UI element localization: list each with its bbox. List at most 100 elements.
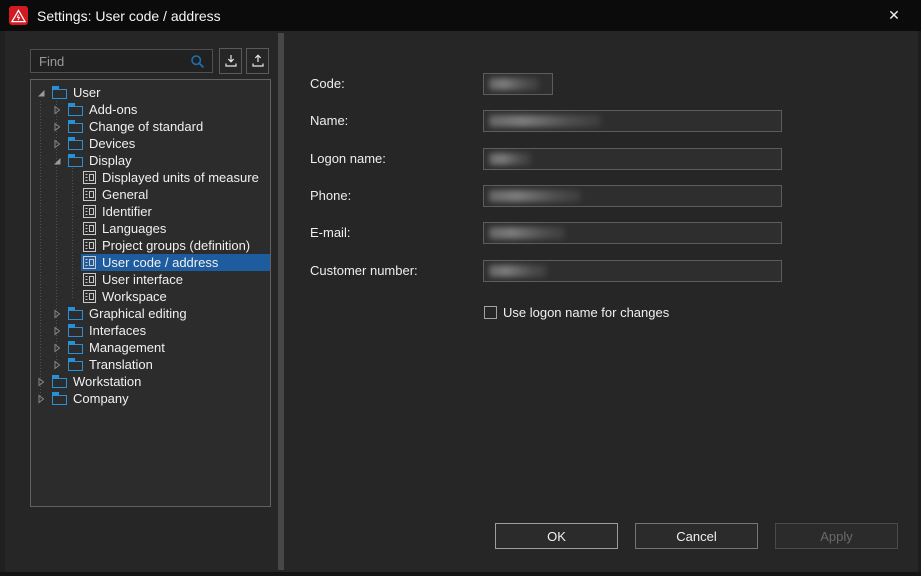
tree-item-label: Change of standard (89, 118, 203, 135)
settings-page-icon (83, 171, 102, 184)
tree-item-label: Workstation (73, 373, 141, 390)
tree-item-label: User interface (102, 271, 183, 288)
tree-item-label: Workspace (102, 288, 167, 305)
window-edge (0, 31, 5, 576)
use-logon-name-row: Use logon name for changes (484, 305, 669, 320)
folder-icon (68, 344, 83, 354)
import-icon (224, 54, 238, 68)
folder-icon (68, 106, 83, 116)
tree-item-label: Languages (102, 220, 166, 237)
tree-item-label: Interfaces (89, 322, 146, 339)
expand-arrow-icon[interactable] (52, 360, 62, 370)
close-icon: ✕ (888, 7, 900, 24)
search-input[interactable] (30, 49, 213, 73)
tree-item-label: User (73, 84, 100, 101)
redacted-value (489, 227, 565, 239)
collapse-arrow-icon[interactable] (36, 88, 46, 98)
tree-item-label: Devices (89, 135, 135, 152)
expand-arrow-icon[interactable] (52, 309, 62, 319)
cancel-button[interactable]: Cancel (635, 523, 758, 549)
collapse-arrow-icon[interactable] (52, 156, 62, 166)
tree-item-languages[interactable]: Languages (31, 220, 270, 237)
folder-icon (52, 89, 67, 99)
tree-item-label: Management (89, 339, 165, 356)
expand-arrow-icon[interactable] (52, 139, 62, 149)
name-label: Name: (310, 110, 348, 132)
logon-name-label: Logon name: (310, 148, 386, 170)
tree-item-company[interactable]: Company (31, 390, 270, 407)
settings-page-icon (83, 188, 102, 201)
name-field[interactable] (483, 110, 782, 132)
panel-splitter[interactable] (278, 33, 284, 570)
tree-item-user-code-address[interactable]: User code / address (31, 254, 270, 271)
expand-arrow-icon[interactable] (52, 122, 62, 132)
tree-item-workstation[interactable]: Workstation (31, 373, 270, 390)
use-logon-name-checkbox[interactable] (484, 306, 497, 319)
folder-icon (68, 361, 83, 371)
code-label: Code: (310, 73, 345, 95)
tree-item-label: Translation (89, 356, 153, 373)
ok-button[interactable]: OK (495, 523, 618, 549)
window-title: Settings: User code / address (37, 8, 221, 24)
redacted-value (489, 153, 531, 165)
code-field[interactable] (483, 73, 553, 95)
titlebar: Settings: User code / address ✕ (0, 0, 921, 31)
settings-page-icon (83, 222, 102, 235)
tree-item-display[interactable]: Display (31, 152, 270, 169)
folder-icon (68, 310, 83, 320)
tree-item-user-interface[interactable]: User interface (31, 271, 270, 288)
tree-item-label: Graphical editing (89, 305, 187, 322)
export-button[interactable] (246, 48, 269, 74)
settings-page-icon (83, 290, 102, 303)
tree-item-general[interactable]: General (31, 186, 270, 203)
tree-item-label: General (102, 186, 148, 203)
close-button[interactable]: ✕ (875, 0, 913, 31)
tree-item-workspace[interactable]: Workspace (31, 288, 270, 305)
redacted-value (489, 115, 601, 127)
folder-icon (68, 327, 83, 337)
settings-page-icon (83, 256, 102, 269)
folder-icon (68, 140, 83, 150)
redacted-value (489, 190, 581, 202)
folder-icon (52, 395, 67, 405)
app-logo-icon (9, 6, 28, 25)
tree-item-label: Add-ons (89, 101, 137, 118)
tree-item-label: Identifier (102, 203, 152, 220)
email-label: E-mail: (310, 222, 350, 244)
redacted-value (489, 265, 547, 277)
tree-item-displayed-units-of-measure[interactable]: Displayed units of measure (31, 169, 270, 186)
settings-tree: UserAdd-onsChange of standardDevicesDisp… (30, 79, 271, 507)
import-button[interactable] (219, 48, 242, 74)
tree-item-devices[interactable]: Devices (31, 135, 270, 152)
tree-item-change-of-standard[interactable]: Change of standard (31, 118, 270, 135)
expand-arrow-icon[interactable] (36, 377, 46, 387)
email-field[interactable] (483, 222, 782, 244)
customer-number-field[interactable] (483, 260, 782, 282)
settings-dialog: Settings: User code / address ✕ UserAdd-… (0, 0, 921, 576)
expand-arrow-icon[interactable] (36, 394, 46, 404)
tree-item-user[interactable]: User (31, 84, 270, 101)
settings-page-icon (83, 239, 102, 252)
logon-name-field[interactable] (483, 148, 782, 170)
tree-item-interfaces[interactable]: Interfaces (31, 322, 270, 339)
tree-item-graphical-editing[interactable]: Graphical editing (31, 305, 270, 322)
folder-icon (68, 123, 83, 133)
phone-field[interactable] (483, 185, 782, 207)
folder-icon (52, 378, 67, 388)
use-logon-name-label: Use logon name for changes (503, 305, 669, 320)
tree-item-label: Displayed units of measure (102, 169, 259, 186)
apply-button[interactable]: Apply (775, 523, 898, 549)
folder-icon (68, 157, 83, 167)
tree-item-translation[interactable]: Translation (31, 356, 270, 373)
expand-arrow-icon[interactable] (52, 343, 62, 353)
redacted-value (489, 78, 539, 90)
tree-item-project-groups-definition[interactable]: Project groups (definition) (31, 237, 270, 254)
tree-item-management[interactable]: Management (31, 339, 270, 356)
export-icon (251, 54, 265, 68)
phone-label: Phone: (310, 185, 351, 207)
tree-item-add-ons[interactable]: Add-ons (31, 101, 270, 118)
expand-arrow-icon[interactable] (52, 326, 62, 336)
expand-arrow-icon[interactable] (52, 105, 62, 115)
tree-item-label: Display (89, 152, 132, 169)
tree-item-identifier[interactable]: Identifier (31, 203, 270, 220)
